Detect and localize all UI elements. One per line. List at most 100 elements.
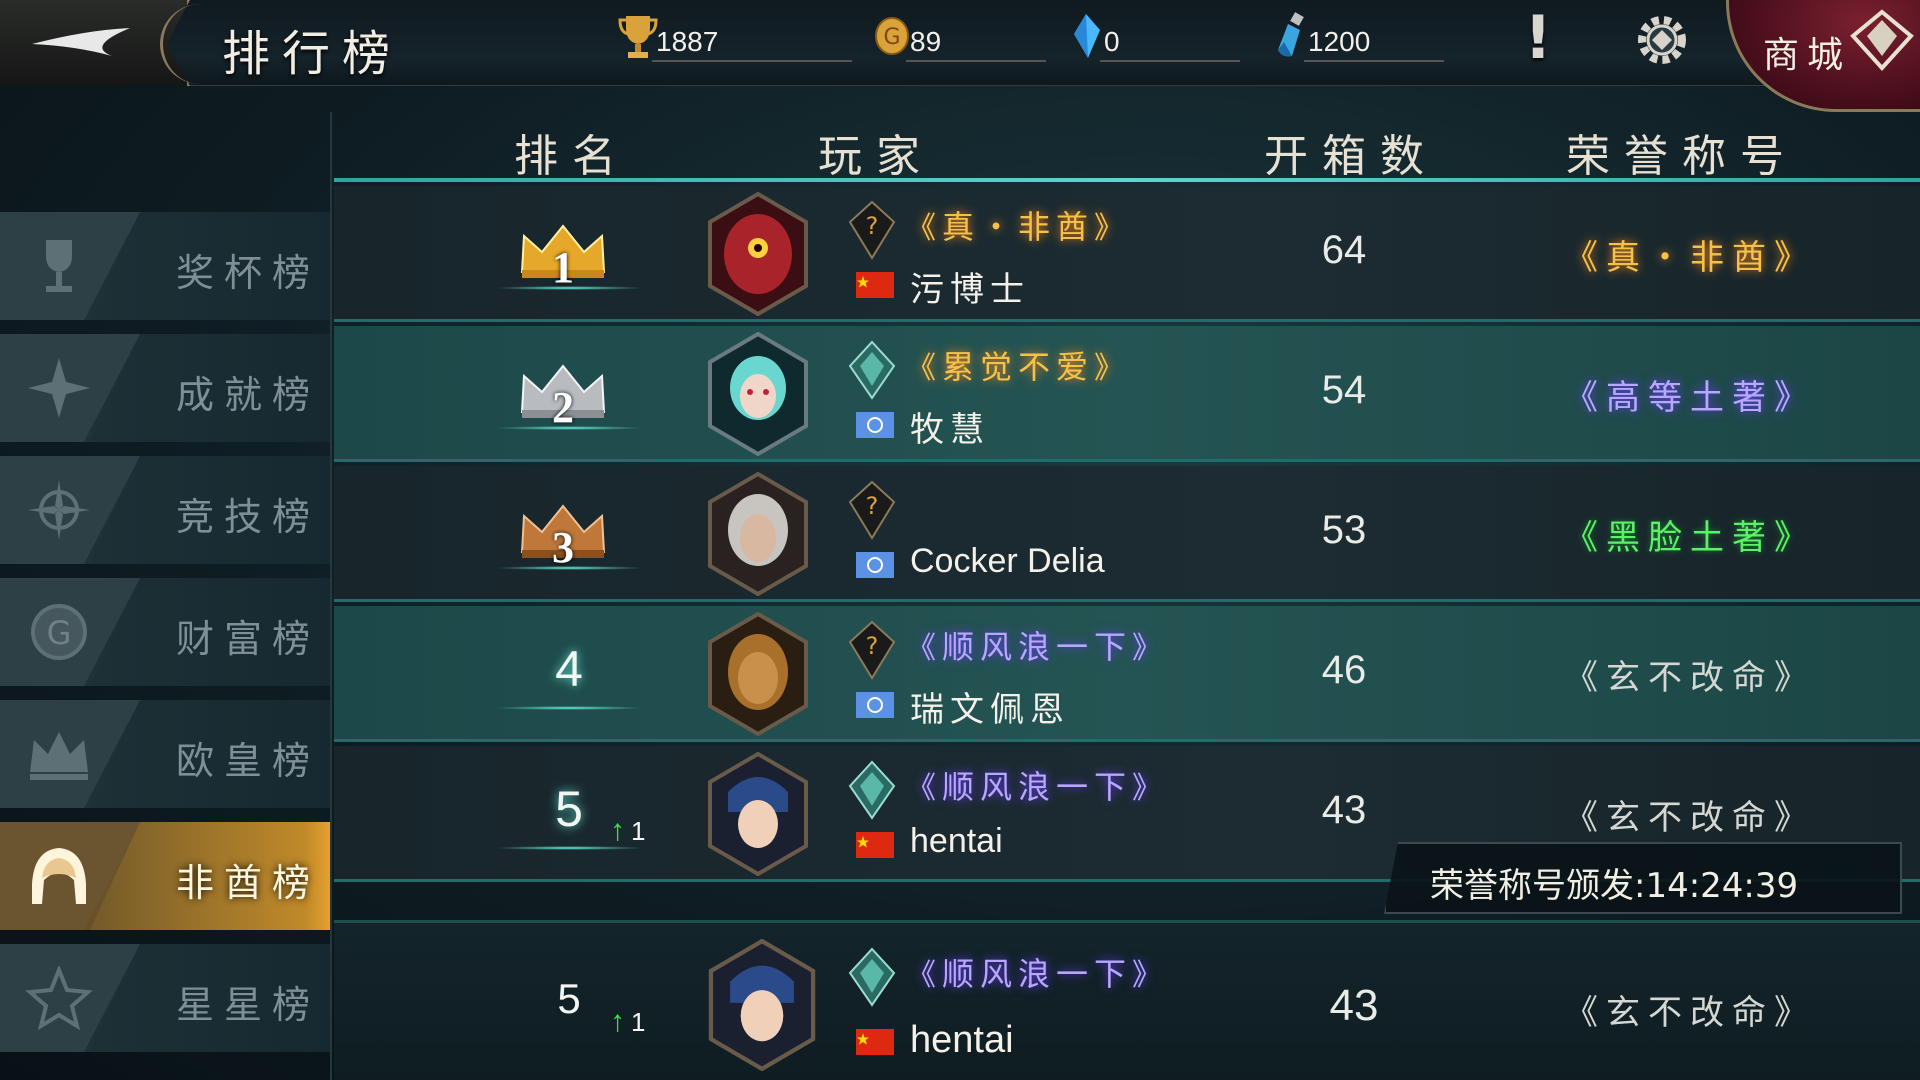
player-title: 《累觉不爱》 bbox=[906, 342, 1130, 388]
box-count: 53 bbox=[1321, 508, 1367, 552]
divider bbox=[1100, 60, 1240, 62]
own-rank-row[interactable]: 5 ↑ 1 《顺风浪一下》 hentai 43 《玄不改命》 bbox=[334, 920, 1920, 1080]
table-header: 排名 玩家 开箱数 荣誉称号 bbox=[334, 112, 1920, 182]
honor-title: 《高等土著》 bbox=[1564, 378, 1816, 418]
leaderboard-sidebar: 奖杯榜 成就榜 竞技榜 G 财富榜 欧皇榜 非酋榜 星星榜 bbox=[0, 112, 332, 1080]
player-name: hentai bbox=[910, 1019, 1014, 1061]
rank-glow bbox=[494, 566, 644, 570]
header-boxes: 开箱数 bbox=[1264, 131, 1438, 182]
rank-number: 4 bbox=[555, 641, 583, 697]
sidebar-item-lucky[interactable]: 欧皇榜 bbox=[0, 700, 330, 808]
table-row[interactable]: 1 ? 《真・非酋》 污博士 64 《真・非酋》 bbox=[334, 186, 1920, 322]
divider bbox=[652, 60, 852, 62]
player-name: hentai bbox=[910, 822, 1003, 860]
rank-glow bbox=[494, 286, 644, 290]
settings-gear-icon[interactable] bbox=[1630, 12, 1694, 68]
player-avatar[interactable] bbox=[706, 939, 818, 1071]
rank-change: ↑ 1 bbox=[610, 1005, 645, 1039]
sidebar-item-label: 欧皇榜 bbox=[176, 739, 321, 783]
trophy-counter: 1887 bbox=[618, 12, 858, 62]
player-name: 瑞文佩恩 bbox=[910, 691, 1070, 729]
player-avatar[interactable] bbox=[706, 192, 810, 316]
bracket-right: 》 bbox=[1094, 351, 1131, 386]
trophy-count: 1887 bbox=[656, 26, 719, 57]
sidebar-item-unlucky[interactable]: 非酋榜 bbox=[0, 822, 330, 930]
header-divider bbox=[334, 178, 1920, 182]
rank-glow bbox=[494, 706, 644, 710]
shop-button[interactable]: 商城 bbox=[1726, 0, 1920, 112]
box-count: 43 bbox=[1329, 981, 1379, 1030]
sidebar-item-star[interactable]: 星星榜 bbox=[0, 944, 330, 1052]
svg-text:?: ? bbox=[866, 212, 879, 240]
arena-compass-icon bbox=[28, 480, 90, 540]
player-title: 《顺风浪一下》 bbox=[906, 622, 1168, 668]
svg-text:G: G bbox=[47, 614, 72, 652]
player-title: 《顺风浪一下》 bbox=[906, 949, 1168, 995]
honor-title: 《玄不改命》 bbox=[1564, 993, 1816, 1033]
player-avatar[interactable] bbox=[706, 752, 810, 876]
honor-text: 黑脸土著 bbox=[1606, 518, 1774, 558]
coin-icon: G bbox=[31, 604, 87, 660]
rank-number: 5 bbox=[557, 975, 581, 1022]
player-title-text: 顺风浪一下 bbox=[942, 768, 1133, 806]
rank-number: 5 bbox=[555, 781, 583, 837]
bracket-right: 》 bbox=[1132, 958, 1169, 993]
bracket-left: 《 bbox=[906, 771, 942, 806]
bracket-left: 《 bbox=[906, 211, 942, 246]
sidebar-item-label: 竞技榜 bbox=[176, 495, 321, 539]
bracket-left: 《 bbox=[906, 631, 942, 666]
sidebar-item-wealth[interactable]: G 财富榜 bbox=[0, 578, 330, 686]
box-count: 46 bbox=[1321, 648, 1367, 692]
diamond-badge-icon bbox=[848, 340, 896, 400]
honor-text: 玄不改命 bbox=[1606, 658, 1774, 698]
player-avatar[interactable] bbox=[706, 612, 810, 736]
table-row[interactable]: 2 《累觉不爱》 牧慧 54 《高等土著》 bbox=[334, 326, 1920, 462]
honor-title: 《玄不改命》 bbox=[1564, 658, 1816, 698]
trophy-icon bbox=[46, 240, 72, 292]
timer-text: 荣誉称号颁发:14:24:39 bbox=[1430, 866, 1799, 906]
sidebar-item-arena[interactable]: 竞技榜 bbox=[0, 456, 330, 564]
crown-icon bbox=[30, 732, 88, 780]
honor-text: 玄不改命 bbox=[1606, 993, 1774, 1033]
box-count: 43 bbox=[1321, 788, 1367, 832]
player-title-text: 累觉不爱 bbox=[942, 348, 1095, 386]
player-name: Cocker Delia bbox=[910, 542, 1105, 580]
alert-icon[interactable]: ! bbox=[1518, 8, 1558, 68]
unknown-badge-icon: ? bbox=[848, 480, 896, 540]
sidebar-item-trophy[interactable]: 奖杯榜 bbox=[0, 212, 330, 320]
svg-text:?: ? bbox=[866, 492, 879, 520]
rank-glow bbox=[494, 426, 644, 430]
page-title: 排行榜 bbox=[222, 26, 403, 82]
shop-emblem-icon bbox=[1850, 9, 1914, 71]
star-icon bbox=[25, 966, 93, 1030]
honor-title: 《黑脸土著》 bbox=[1564, 518, 1816, 558]
box-count: 64 bbox=[1321, 228, 1367, 272]
player-title-text: 顺风浪一下 bbox=[942, 955, 1133, 993]
bracket-right: 》 bbox=[1132, 771, 1169, 806]
table-row[interactable]: 4 ? 《顺风浪一下》 瑞文佩恩 46 《玄不改命》 bbox=[334, 606, 1920, 742]
sidebar-item-label: 奖杯榜 bbox=[176, 251, 321, 295]
sidebar-item-achievement[interactable]: 成就榜 bbox=[0, 334, 330, 442]
bracket-right: 》 bbox=[1094, 211, 1131, 246]
top-bar: 排行榜 1887 G 89 0 1200 ! 商城 bbox=[0, 0, 1920, 112]
player-avatar[interactable] bbox=[706, 332, 810, 456]
sidebar-item-label: 星星榜 bbox=[176, 983, 321, 1027]
header-honor: 荣誉称号 bbox=[1566, 131, 1798, 182]
header-player: 玩家 bbox=[818, 131, 934, 182]
achievement-star-icon bbox=[28, 358, 90, 418]
back-arrow-icon bbox=[32, 28, 130, 56]
player-title-text: 真・非酋 bbox=[942, 208, 1095, 246]
svg-text:?: ? bbox=[866, 632, 879, 660]
shop-label: 商城 bbox=[1763, 35, 1852, 76]
crystal-counter: 0 bbox=[1066, 12, 1246, 62]
table-row[interactable]: 3 ? Cocker Delia 53 《黑脸土著》 bbox=[334, 466, 1920, 602]
bracket-right: 》 bbox=[1132, 631, 1169, 666]
rank-up-arrow-icon: ↑ bbox=[610, 1005, 625, 1038]
box-count: 54 bbox=[1321, 368, 1367, 412]
player-avatar[interactable] bbox=[706, 472, 810, 596]
honor-text: 真・非酋 bbox=[1606, 238, 1774, 278]
honor-title: 《玄不改命》 bbox=[1564, 798, 1816, 838]
svg-text:G: G bbox=[883, 25, 900, 50]
crystal-count: 0 bbox=[1104, 26, 1120, 57]
rank-change-value: 1 bbox=[631, 816, 646, 846]
